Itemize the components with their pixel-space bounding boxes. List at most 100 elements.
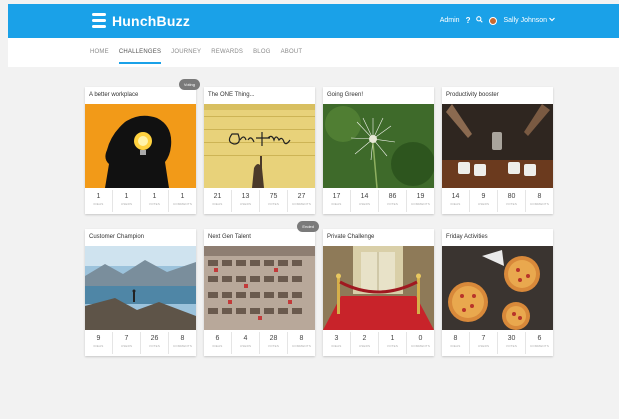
top-right-controls: Admin ? Sally Johnson — [440, 16, 555, 25]
challenge-stats: 6 IDEAS 4 USERS 28 VOTES 8 COMMENTS — [204, 332, 315, 354]
votes-label: VOTES — [148, 344, 161, 348]
users-label: USERS — [358, 202, 371, 206]
comments-count: 1 — [180, 193, 185, 200]
users-count: 14 — [360, 193, 369, 200]
users-count: 4 — [243, 335, 248, 342]
users-label: USERS — [120, 344, 133, 348]
comments-label: COMMENTS — [291, 202, 312, 206]
challenge-stats: 9 IDEAS 7 USERS 26 VOTES 8 COMMENTS — [85, 332, 196, 354]
challenge-image — [323, 246, 434, 330]
nav-challenges[interactable]: CHALLENGES — [118, 49, 162, 64]
challenge-title: The ONE Thing... — [208, 92, 255, 98]
challenge-stats: 8 IDEAS 7 USERS 30 VOTES 6 COMMENTS — [442, 332, 553, 354]
challenge-stats: 14 IDEAS 9 USERS 80 VOTES 8 COMMENTS — [442, 190, 553, 212]
help-button[interactable]: ? — [466, 16, 471, 25]
status-badge: Ended — [297, 221, 319, 232]
users-count: 7 — [124, 335, 129, 342]
avatar[interactable] — [489, 16, 498, 25]
comments-count: 6 — [537, 335, 542, 342]
challenge-image — [204, 104, 315, 188]
top-bar: HunchBuzz Admin ? Sally Johnson — [8, 4, 619, 38]
votes-label: VOTES — [148, 202, 161, 206]
ideas-label: IDEAS — [331, 344, 342, 348]
votes-count: 75 — [269, 193, 278, 200]
challenge-image — [85, 104, 196, 188]
challenge-card[interactable]: Friday Activities 8 IDEAS 7 USERS 30 VOT… — [442, 229, 553, 356]
challenge-image — [323, 104, 434, 188]
challenge-card[interactable]: Private Challenge 3 IDEAS 2 USERS 1 VOTES 0… — [323, 229, 434, 356]
status-badge: Voting — [178, 79, 200, 90]
comments-count: 8 — [180, 335, 185, 342]
nav-journey[interactable]: JOURNEY — [171, 49, 201, 64]
user-name: Sally Johnson — [503, 17, 548, 24]
challenge-title: Friday Activities — [446, 234, 488, 240]
nav-about[interactable]: ABOUT — [281, 49, 303, 64]
ideas-count: 21 — [213, 193, 222, 200]
comments-count: 8 — [299, 335, 304, 342]
challenge-image — [85, 246, 196, 330]
challenge-title: Next Gen Talent — [208, 234, 251, 240]
ideas-label: IDEAS — [212, 202, 223, 206]
comments-count: 0 — [418, 335, 423, 342]
ideas-count: 14 — [451, 193, 460, 200]
challenge-stats: 1 IDEAS 1 USERS 1 VOTES 1 COMMENTS — [85, 190, 196, 212]
comments-count: 27 — [297, 193, 306, 200]
challenge-card[interactable]: Next Gen Talent Ended 6 IDEAS 4 USERS 28 VO — [204, 221, 319, 356]
comments-label: COMMENTS — [410, 344, 431, 348]
ideas-count: 8 — [453, 335, 458, 342]
votes-count: 86 — [388, 193, 397, 200]
challenge-card[interactable]: A better workplace Voting 1 IDEAS 1 USERS … — [85, 79, 200, 214]
user-menu[interactable]: Sally Johnson — [503, 17, 555, 24]
ideas-label: IDEAS — [331, 202, 342, 206]
challenge-card[interactable]: Customer Champion 9 IDEAS 7 USERS 26 VOTES … — [85, 229, 196, 356]
comments-label: COMMENTS — [291, 344, 312, 348]
users-count: 1 — [124, 193, 129, 200]
ideas-label: IDEAS — [212, 344, 223, 348]
users-label: USERS — [239, 202, 252, 206]
challenge-image — [442, 104, 553, 188]
votes-count: 30 — [507, 335, 516, 342]
users-label: USERS — [239, 344, 252, 348]
votes-label: VOTES — [267, 344, 280, 348]
challenge-stats: 21 IDEAS 13 USERS 75 VOTES 27 COMMENTS — [204, 190, 315, 212]
votes-count: 26 — [150, 335, 159, 342]
comments-label: COMMENTS — [529, 202, 550, 206]
comments-count: 8 — [537, 193, 542, 200]
logo[interactable]: HunchBuzz — [92, 12, 190, 29]
challenge-card[interactable]: Productivity booster 14 IDEAS 9 USERS 80 VO… — [442, 87, 553, 214]
search-icon[interactable] — [476, 16, 484, 25]
ideas-count: 1 — [96, 193, 101, 200]
challenge-title: A better workplace — [89, 92, 139, 98]
main-nav: HOME CHALLENGES JOURNEY REWARDS BLOG ABO… — [8, 38, 619, 67]
votes-label: VOTES — [505, 344, 518, 348]
challenge-image — [442, 246, 553, 330]
comments-label: COMMENTS — [172, 202, 193, 206]
comments-label: COMMENTS — [529, 344, 550, 348]
admin-link[interactable]: Admin — [440, 17, 460, 24]
challenge-card[interactable]: Going Green! 17 IDEAS 14 USERS 86 VOTES … — [323, 87, 434, 214]
ideas-label: IDEAS — [93, 202, 104, 206]
users-count: 7 — [481, 335, 486, 342]
votes-count: 1 — [390, 335, 395, 342]
ideas-label: IDEAS — [450, 344, 461, 348]
nav-rewards[interactable]: REWARDS — [211, 49, 243, 64]
challenge-card[interactable]: The ONE Thing... 21 IDEAS 13 USERS 75 VOTES… — [204, 87, 315, 214]
users-label: USERS — [120, 202, 133, 206]
challenge-title: Private Challenge — [327, 234, 375, 240]
chevron-down-icon — [549, 17, 555, 24]
users-count: 9 — [481, 193, 486, 200]
users-label: USERS — [358, 344, 371, 348]
nav-home[interactable]: HOME — [90, 49, 109, 64]
votes-label: VOTES — [505, 202, 518, 206]
comments-count: 19 — [416, 193, 425, 200]
app-name: HunchBuzz — [112, 12, 191, 29]
users-count: 2 — [362, 335, 367, 342]
challenge-title: Productivity booster — [446, 92, 499, 98]
nav-blog[interactable]: BLOG — [253, 49, 270, 64]
comments-label: COMMENTS — [172, 344, 193, 348]
votes-label: VOTES — [386, 344, 399, 348]
ideas-count: 9 — [96, 335, 101, 342]
ideas-count: 6 — [215, 335, 220, 342]
votes-count: 28 — [269, 335, 278, 342]
challenge-stats: 17 IDEAS 14 USERS 86 VOTES 19 COMMENTS — [323, 190, 434, 212]
